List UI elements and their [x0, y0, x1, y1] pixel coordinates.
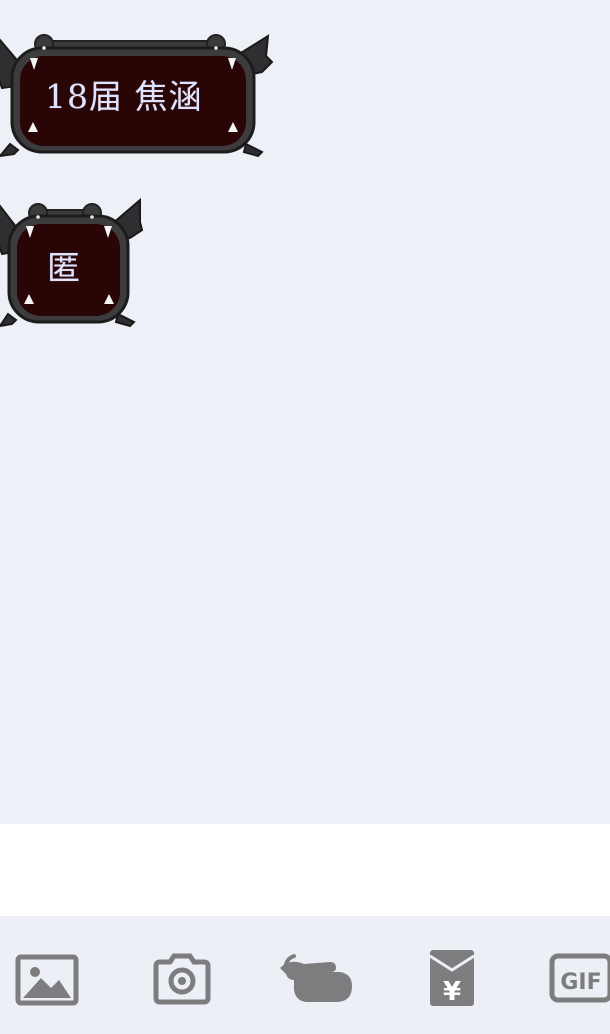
image-icon[interactable] — [15, 946, 79, 1010]
message-text: 匿 — [47, 248, 81, 287]
red-packet-icon[interactable]: ¥ — [420, 946, 484, 1010]
message-bubble[interactable]: 18届 焦涵 — [0, 26, 275, 162]
camera-icon[interactable] — [150, 946, 214, 1010]
message-input[interactable] — [0, 824, 610, 916]
gif-label: GIF — [560, 970, 601, 995]
yen-symbol: ¥ — [443, 977, 461, 1007]
message-text: 18届 焦涵 — [45, 77, 203, 116]
poke-hand-icon[interactable] — [278, 946, 356, 1010]
gif-icon[interactable]: GIF — [548, 946, 610, 1010]
message-bubble[interactable]: 匿 — [0, 196, 145, 332]
